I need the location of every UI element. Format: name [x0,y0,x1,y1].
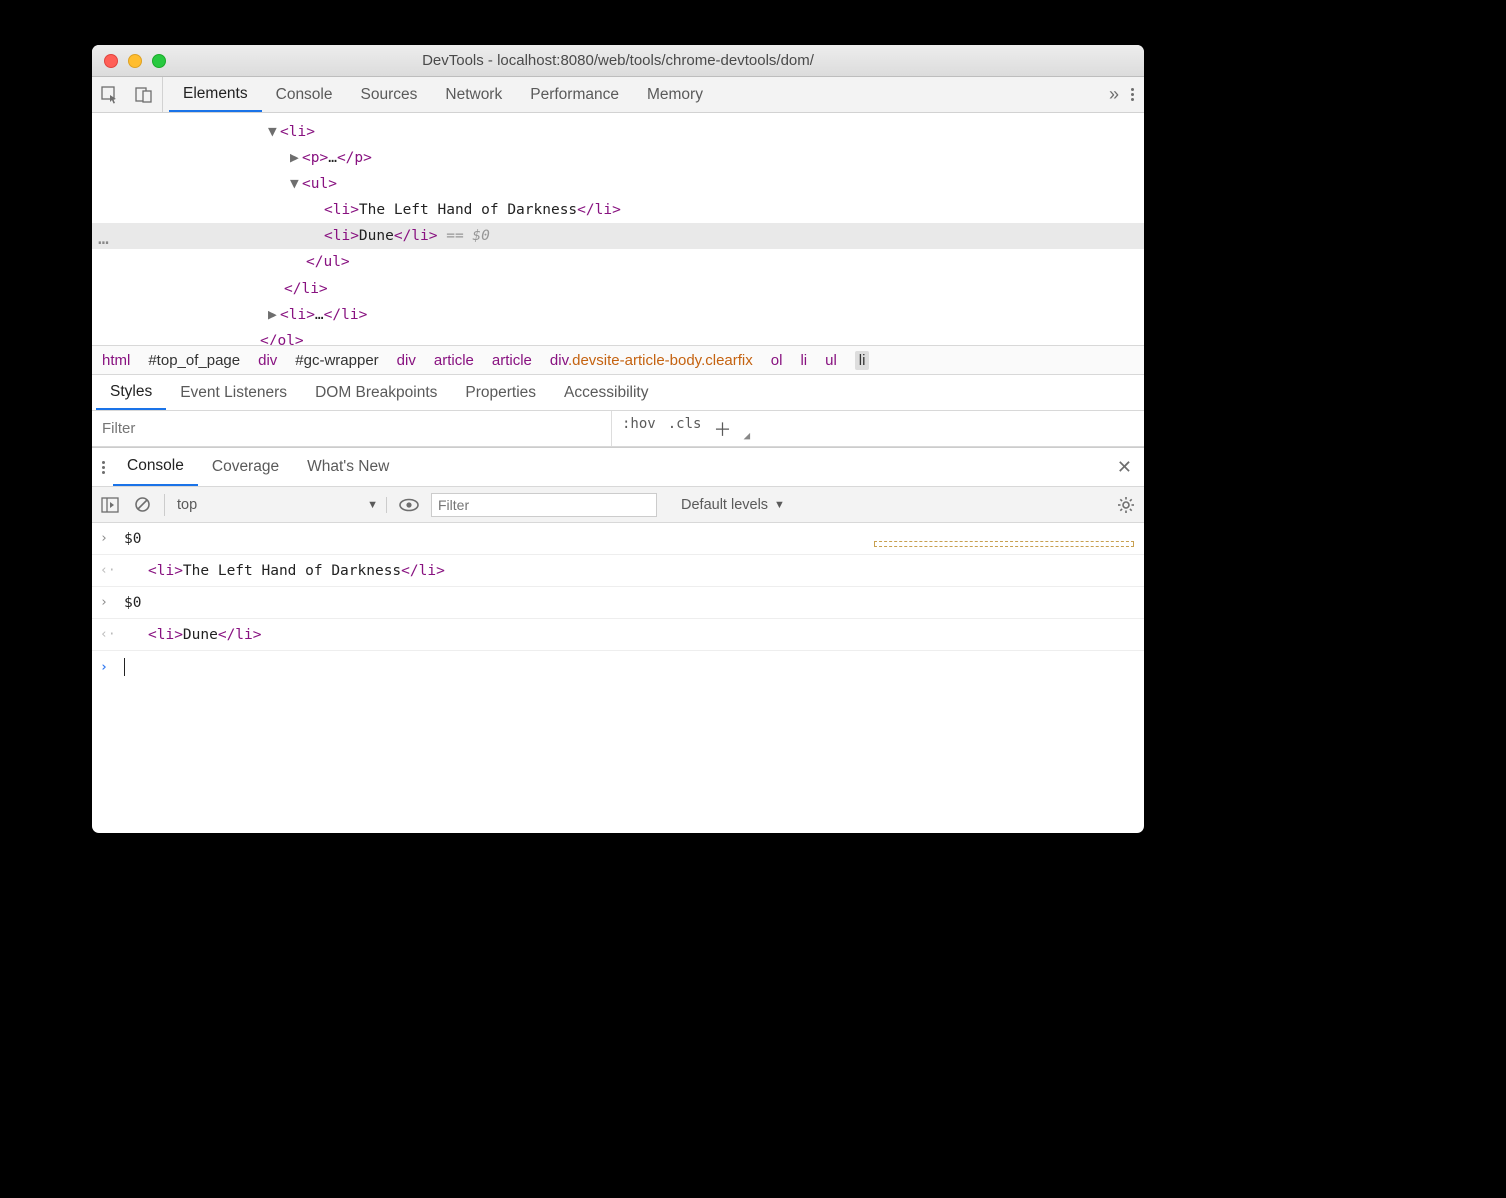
crumb-id1[interactable]: #top_of_page [148,352,240,369]
device-toggle-icon[interactable] [134,85,154,105]
log-levels-selector[interactable]: Default levels▼ [681,497,785,513]
crumb-div1[interactable]: div [258,352,277,369]
context-selector[interactable]: top▼ [177,497,387,513]
console-prompt[interactable]: › [92,651,1144,683]
dom-tree[interactable]: ▼<li> ▶<p>…</p> ▼<ul> <li>The Left Hand … [92,113,1144,345]
dom-node[interactable]: <li>The Left Hand of Darkness</li> [92,197,1144,223]
minimize-window-button[interactable] [128,54,142,68]
crumb-ul[interactable]: ul [825,352,837,369]
subtab-dombreakpoints[interactable]: DOM Breakpoints [301,375,451,410]
crumb-article2[interactable]: article [492,352,532,369]
tab-performance[interactable]: Performance [516,77,633,112]
console-settings-icon[interactable] [1116,495,1136,515]
tab-console[interactable]: Console [262,77,347,112]
console-toolbar: top▼ Default levels▼ [92,487,1144,523]
main-toolbar: Elements Console Sources Network Perform… [92,77,1144,113]
subtab-styles[interactable]: Styles [96,375,166,410]
drawer-close-icon[interactable]: ✕ [1117,457,1132,478]
dom-node[interactable]: </li> [92,276,1144,302]
tab-sources[interactable]: Sources [347,77,432,112]
close-window-button[interactable] [104,54,118,68]
more-tabs-icon[interactable]: » [1109,84,1119,105]
console-row[interactable]: ‹·<li>Dune</li> [92,619,1144,651]
inspect-icon[interactable] [100,85,120,105]
kebab-menu-icon[interactable] [1131,88,1134,101]
new-style-rule-button[interactable]: ＋ [713,416,731,442]
zoom-window-button[interactable] [152,54,166,68]
crumb-li1[interactable]: li [800,352,807,369]
live-expression-icon[interactable] [399,495,419,515]
crumb-div2[interactable]: div [397,352,416,369]
dom-node[interactable]: ▶<p>…</p> [92,145,1144,171]
styles-filter-input[interactable] [92,411,612,446]
dom-node[interactable]: </ul> [92,249,1144,275]
dom-node-selected[interactable]: …<li>Dune</li> == $0 [92,223,1144,249]
dom-node[interactable]: ▼<li> [92,119,1144,145]
window-title: DevTools - localhost:8080/web/tools/chro… [92,52,1144,69]
tab-elements[interactable]: Elements [169,77,262,112]
subtab-accessibility[interactable]: Accessibility [550,375,662,410]
crumb-html[interactable]: html [102,352,130,369]
subtab-eventlisteners[interactable]: Event Listeners [166,375,301,410]
drawer-tab-whatsnew[interactable]: What's New [293,448,403,486]
drawer-tabs: Console Coverage What's New ✕ [92,447,1144,487]
crumb-id2[interactable]: #gc-wrapper [295,352,378,369]
clear-console-icon[interactable] [132,495,152,515]
crumb-ol[interactable]: ol [771,352,783,369]
styles-toolbar: :hov .cls ＋ ◢ [92,411,1144,447]
dom-node[interactable]: ▶<li>…</li> [92,302,1144,328]
elements-subtabs: Styles Event Listeners DOM Breakpoints P… [92,375,1144,411]
traffic-lights [104,54,166,68]
console-row[interactable]: ›$0 [92,587,1144,619]
titlebar: DevTools - localhost:8080/web/tools/chro… [92,45,1144,77]
devtools-window: DevTools - localhost:8080/web/tools/chro… [92,45,1144,833]
drawer-tab-console[interactable]: Console [113,448,198,486]
drawer-menu-icon[interactable] [102,461,105,474]
console-output[interactable]: ›$0 ‹·<li>The Left Hand of Darkness</li>… [92,523,1144,683]
style-preview-box [874,541,1134,547]
cls-button[interactable]: .cls [668,416,702,442]
expand-corner-icon[interactable]: ◢ [743,429,750,442]
tab-memory[interactable]: Memory [633,77,717,112]
crumb-article1[interactable]: article [434,352,474,369]
dom-node[interactable]: </ol> [92,328,1144,345]
dom-node[interactable]: ▼<ul> [92,171,1144,197]
tab-network[interactable]: Network [431,77,516,112]
console-sidebar-toggle-icon[interactable] [100,495,120,515]
subtab-properties[interactable]: Properties [451,375,550,410]
breadcrumb[interactable]: html #top_of_page div #gc-wrapper div ar… [92,345,1144,375]
crumb-li-active[interactable]: li [855,351,870,370]
console-row[interactable]: ‹·<li>The Left Hand of Darkness</li> [92,555,1144,587]
crumb-divclass[interactable]: div.devsite-article-body.clearfix [550,352,753,369]
console-filter-input[interactable] [431,493,657,517]
console-row[interactable]: ›$0 [92,523,1144,555]
drawer-tab-coverage[interactable]: Coverage [198,448,293,486]
hov-button[interactable]: :hov [622,416,656,442]
